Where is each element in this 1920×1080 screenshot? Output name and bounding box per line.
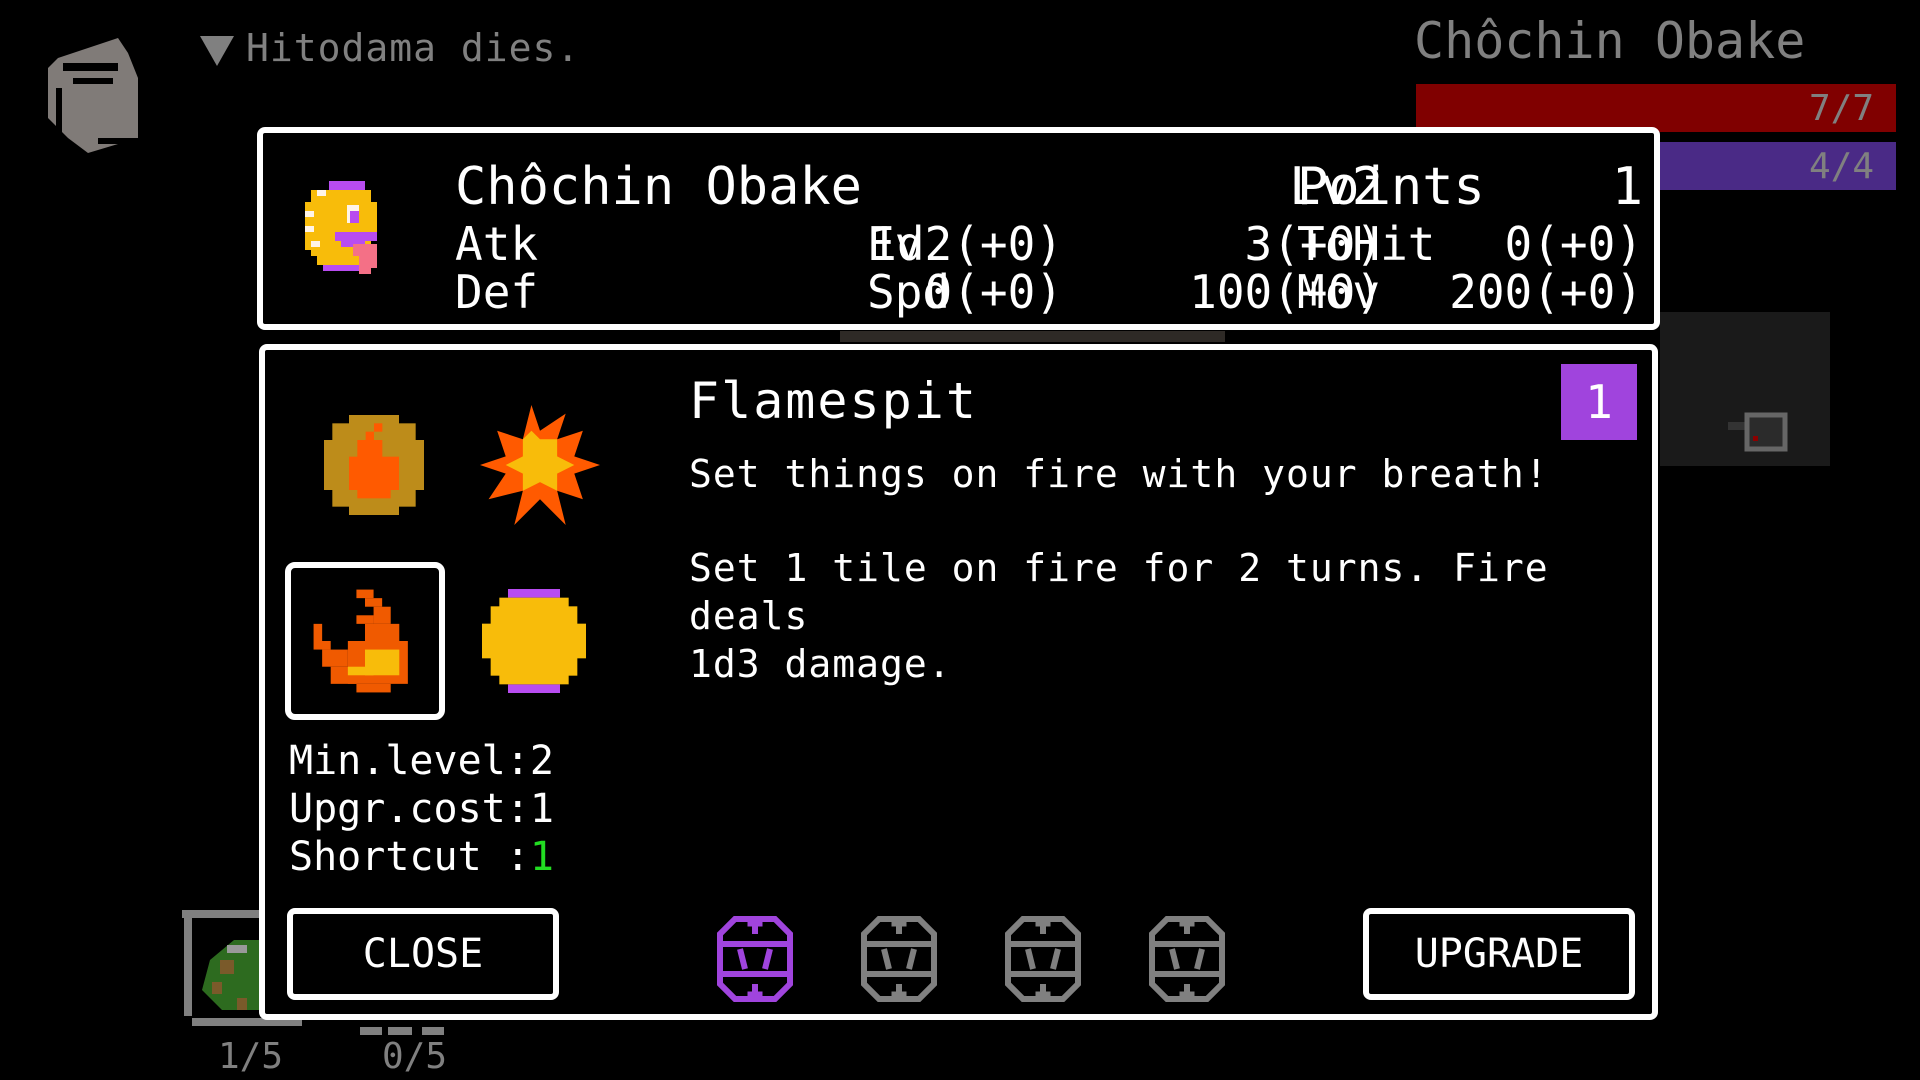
character-panel: Chôchin Obake Lv2 Points 1 Atk 1d2(+0) D… (257, 127, 1660, 330)
stat-label-ev: Ev (867, 217, 923, 271)
flamespit-skill-icon (313, 589, 408, 693)
skill-slot[interactable] (319, 410, 429, 520)
close-button[interactable]: CLOSE (287, 908, 559, 1000)
triangle-down-icon[interactable] (200, 36, 234, 70)
skill-slot[interactable] (479, 586, 589, 696)
stat-label-def: Def (455, 265, 539, 319)
stat-value-mov: 200(+0) (1449, 265, 1643, 319)
min-level-label: Min.level: (289, 738, 530, 784)
upgrade-gem-icon (710, 914, 800, 1004)
character-name: Chôchin Obake (455, 157, 862, 217)
upgrade-cost: Upgr.cost:1 (289, 786, 554, 832)
hp-label: 7/7 (1808, 88, 1874, 129)
mp-label: 4/4 (1808, 146, 1874, 187)
background-strip (840, 331, 1225, 342)
upgrade-button[interactable]: UPGRADE (1363, 908, 1635, 1000)
skill-title: Flamespit (689, 372, 978, 430)
stat-label-atk: Atk (455, 217, 539, 271)
min-level: Min.level:2 (289, 738, 554, 784)
log-line: Hitodama dies. (246, 26, 581, 70)
upgrade-cost-value: 1 (529, 786, 554, 832)
upgrade-cost-label: Upgr.cost: (289, 786, 530, 832)
hp-bar: 7/7 (1416, 84, 1896, 132)
skill-description: Set things on fire with your breath! (689, 452, 1549, 496)
skill-slot-selected[interactable] (285, 562, 445, 720)
stat-label-spd: Spd (867, 265, 951, 319)
upgrade-gem-icon (854, 914, 944, 1004)
points-label: Points (1297, 157, 1485, 217)
lantern-orb-skill-icon (482, 589, 586, 693)
stat-value-atk: 1d2(+0) (869, 217, 1063, 271)
min-level-value: 2 (529, 738, 554, 784)
shortcut-value: 1 (529, 834, 554, 880)
shortcut: Shortcut :1 (289, 834, 554, 880)
inventory-count: 1/5 (218, 1036, 284, 1077)
skill-panel: Min.level:2 Upgr.cost:1 Shortcut :1 Flam… (259, 344, 1658, 1020)
herb-bundle-icon (202, 940, 262, 1010)
chochin-obake-portrait-icon (299, 175, 419, 295)
shortcut-label: Shortcut : (289, 834, 530, 880)
upgrade-gem-icon (1142, 914, 1232, 1004)
target-name: Chôchin Obake (1414, 12, 1806, 70)
fire-orb-skill-icon (324, 415, 424, 515)
points-value: 1 (1611, 157, 1643, 217)
explosion-skill-icon (480, 405, 600, 525)
inventory-count: 0/5 (382, 1036, 448, 1077)
stat-value-def: 0(+0) (924, 265, 1063, 319)
skill-cost-badge: 1 (1561, 364, 1637, 440)
minimap[interactable] (1660, 312, 1830, 466)
inventory-slot[interactable] (360, 1022, 450, 1035)
skill-effect: Set 1 tile on fire for 2 turns. Fire dea… (689, 546, 1549, 686)
upgrade-level-indicator (710, 914, 1230, 1004)
journal-icon[interactable] (28, 28, 158, 158)
skill-slot[interactable] (475, 400, 605, 530)
stat-value-tohit: 0(+0) (1504, 217, 1643, 271)
upgrade-gem-icon (998, 914, 1088, 1004)
